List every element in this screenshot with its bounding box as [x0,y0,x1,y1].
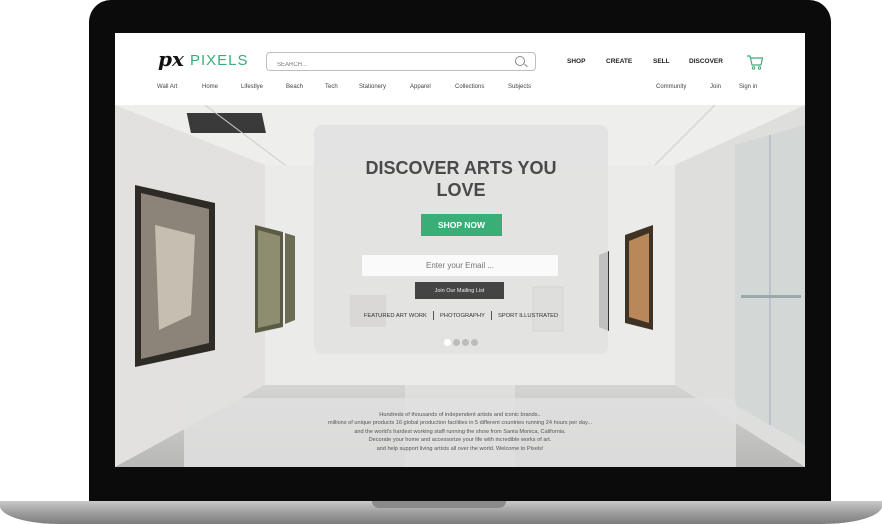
email-input[interactable] [362,255,558,276]
category-stationery[interactable]: Stationery [359,84,386,90]
info-line: Decorate your home and accessorize your … [368,437,552,444]
nav-shop[interactable]: SHOP [567,58,585,65]
cart-icon[interactable] [746,53,764,71]
category-lifestyle[interactable]: Lifestlye [241,84,263,90]
category-beach[interactable]: Beach [286,84,303,90]
nav-create[interactable]: CREATE [606,58,632,65]
info-line: millions of unique products 16 global pr… [327,420,593,427]
carousel-dot-1[interactable] [444,339,451,346]
hero-section: DISCOVER ARTS YOU LOVE SHOP NOW Join Our… [115,105,805,467]
featured-links: FEATURED ART WORK PHOTOGRAPHY SPORT ILLUST… [314,311,608,320]
category-subjects[interactable]: Subjects [508,84,531,90]
logo-text[interactable]: PIXELS [190,52,249,69]
category-apparel[interactable]: Apparel [410,84,431,90]
logo-mark[interactable]: px [158,47,184,71]
hero-card: DISCOVER ARTS YOU LOVE SHOP NOW Join Our… [314,125,608,354]
carousel-dot-4[interactable] [471,339,478,346]
nav-sell[interactable]: SELL [653,58,670,65]
category-collections[interactable]: Collections [455,84,484,90]
carousel-dots [314,333,608,351]
hero-headline: DISCOVER ARTS YOU LOVE [314,157,608,201]
site-header: px PIXELS SHOP CREATE SELL DISCOVER Wall… [115,33,805,105]
nav-discover[interactable]: DISCOVER [689,58,723,65]
laptop-notch [372,501,506,508]
join-mailing-list-button[interactable]: Join Our Mailing List [415,282,504,299]
link-sport-illustrated[interactable]: SPORT ILLUSTRATED [492,313,564,319]
carousel-dot-3[interactable] [462,339,469,346]
category-home[interactable]: Home [202,84,218,90]
info-line: and help support living artists all over… [376,445,544,452]
category-tech[interactable]: Tech [325,84,338,90]
shop-now-button[interactable]: SHOP NOW [421,214,502,236]
browser-screen: px PIXELS SHOP CREATE SELL DISCOVER Wall… [115,33,805,467]
search-bar [266,52,536,74]
link-featured-art-work[interactable]: FEATURED ART WORK [358,313,433,319]
info-banner: Hundreds of thousands of independent art… [184,398,736,467]
hero-headline-line-1: DISCOVER ARTS YOU [365,158,557,178]
search-input[interactable] [267,56,507,74]
hero-headline-line-2: LOVE [436,180,486,200]
nav-sign-in[interactable]: Sign in [739,84,757,90]
link-photography[interactable]: PHOTOGRAPHY [434,313,491,319]
info-line: and the world's hardest working staff ru… [354,428,566,435]
carousel-dot-2[interactable] [453,339,460,346]
search-icon[interactable] [515,56,525,66]
category-wall-art[interactable]: Wall Art [157,84,177,90]
nav-join[interactable]: Join [710,84,721,90]
nav-community[interactable]: Community [656,84,686,90]
info-line: Hundreds of thousands of independent art… [379,412,541,418]
